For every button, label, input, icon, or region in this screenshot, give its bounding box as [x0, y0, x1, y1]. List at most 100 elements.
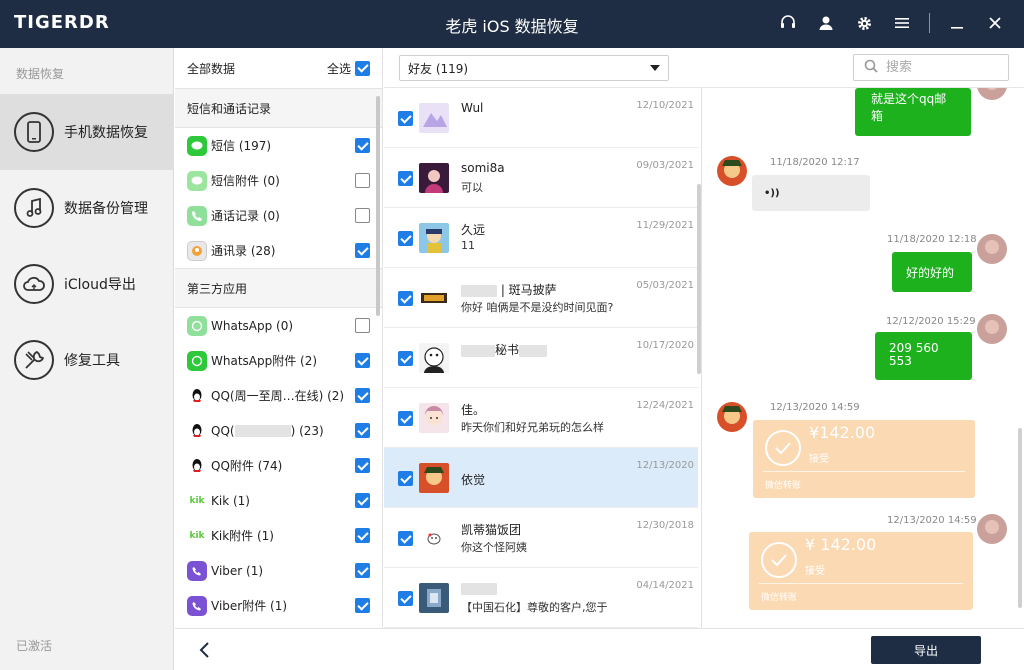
category-checkbox[interactable] — [355, 563, 370, 578]
avatar — [419, 403, 449, 433]
category-header: 全部数据 全选 — [175, 48, 382, 88]
contact-row[interactable]: 依觉 12/13/2020 — [384, 448, 698, 508]
contact-date: 05/03/2021 — [636, 280, 694, 291]
sidebar-item-backup-manager[interactable]: 数据备份管理 — [0, 170, 174, 246]
category-item-qq-2[interactable]: QQ() (23) — [175, 413, 382, 448]
chat-bubble-text: 就是这个qq邮 — [871, 92, 947, 106]
transfer-card-incoming[interactable]: ¥142.00 接受 微信转账 — [753, 420, 975, 498]
transfer-card-outgoing[interactable]: ¥ 142.00 接受 微信转账 — [749, 532, 973, 610]
category-checkbox[interactable] — [355, 493, 370, 508]
contact-checkbox[interactable] — [398, 291, 413, 306]
category-item-label: Viber (1) — [211, 563, 264, 578]
search-box[interactable] — [853, 54, 1009, 81]
category-checkbox[interactable] — [355, 208, 370, 223]
category-item-kik-attachment[interactable]: kik Kik附件 (1) — [175, 518, 382, 553]
category-scrollbar[interactable] — [376, 96, 380, 316]
transfer-amount: ¥ 142.00 — [805, 535, 877, 554]
chat-bubble-outgoing[interactable]: 209 560 553 — [875, 332, 972, 380]
avatar — [419, 523, 449, 553]
chevron-down-icon — [650, 65, 660, 71]
category-checkbox[interactable] — [355, 423, 370, 438]
back-button[interactable] — [193, 639, 215, 661]
category-item-viber[interactable]: Viber (1) — [175, 553, 382, 588]
category-checkbox[interactable] — [355, 458, 370, 473]
music-note-icon — [14, 188, 54, 228]
contact-checkbox[interactable] — [398, 231, 413, 246]
close-icon[interactable] — [982, 10, 1008, 36]
sidebar-item-label: 修复工具 — [64, 353, 120, 369]
whatsapp-icon — [187, 350, 207, 371]
contact-name: 久远 — [461, 223, 486, 237]
chat-bubble-outgoing[interactable]: 就是这个qq邮 箱 — [855, 88, 971, 136]
contact-name: 秘书 — [461, 341, 548, 358]
category-checkbox[interactable] — [355, 138, 370, 153]
contact-checkbox[interactable] — [398, 411, 413, 426]
contact-row[interactable]: 【中国石化】尊敬的客户,您于 04/14/2021 — [384, 568, 698, 628]
contact-name: 佳。 — [461, 403, 486, 417]
contact-row[interactable]: 凯蒂猫饭团 你这个怪阿姨 12/30/2018 — [384, 508, 698, 568]
user-icon[interactable] — [813, 10, 839, 36]
category-checkbox[interactable] — [355, 388, 370, 403]
contact-checkbox[interactable] — [398, 591, 413, 606]
category-item-call-log[interactable]: 通话记录 (0) — [175, 198, 382, 233]
avatar — [977, 314, 1007, 344]
contact-row[interactable]: 久远 11 11/29/2021 — [384, 208, 698, 268]
transfer-status: 接受 — [805, 566, 825, 577]
contact-name — [461, 581, 497, 595]
select-all-checkbox[interactable] — [355, 60, 370, 76]
search-input[interactable] — [886, 60, 996, 75]
category-checkbox[interactable] — [355, 598, 370, 613]
contact-last-message: 11 — [461, 239, 475, 252]
cloud-icon — [14, 264, 54, 304]
sms-attachment-icon — [187, 170, 207, 191]
category-item-viber-attachment[interactable]: Viber附件 (1) — [175, 588, 382, 623]
chat-bubble-voice[interactable]: •)) — [752, 175, 870, 211]
contact-row[interactable]: 佳。 昨天你们和好兄弟玩的怎么样 12/24/2021 — [384, 388, 698, 448]
contact-checkbox[interactable] — [398, 531, 413, 546]
list-toolbar: 好友 (119) — [384, 48, 1024, 88]
category-item-contacts[interactable]: 通讯录 (28) — [175, 233, 382, 268]
category-checkbox[interactable] — [355, 243, 370, 258]
headset-icon[interactable] — [775, 10, 801, 36]
category-checkbox[interactable] — [355, 318, 370, 333]
contact-checkbox[interactable] — [398, 471, 413, 486]
chat-panel: 就是这个qq邮 箱 11/18/2020 12:17 •)) 11/18/202… — [703, 88, 1024, 628]
chat-bubble-outgoing[interactable]: 好的好的 — [892, 252, 972, 292]
category-item-label: QQ(周一至周…在线) (2) — [211, 389, 345, 403]
sidebar-item-phone-recovery[interactable]: 手机数据恢复 — [0, 94, 174, 170]
transfer-source: 微信转账 — [765, 481, 802, 491]
gear-icon[interactable] — [851, 10, 877, 36]
avatar — [419, 223, 449, 253]
contact-row[interactable]: 秘书 10/17/2020 — [384, 328, 698, 388]
category-checkbox[interactable] — [355, 173, 370, 188]
minimize-icon[interactable] — [944, 10, 970, 36]
category-checkbox[interactable] — [355, 353, 370, 368]
contact-row[interactable]: | 斑马披萨 你好 咱俩是不是没约时间见面? 05/03/2021 — [384, 268, 698, 328]
category-item-qq-attachment[interactable]: QQ附件 (74) — [175, 448, 382, 483]
sidebar-item-repair-tools[interactable]: 修复工具 — [0, 322, 174, 398]
category-item-sms-attachment[interactable]: 短信附件 (0) — [175, 163, 382, 198]
contact-checkbox[interactable] — [398, 351, 413, 366]
contact-row[interactable]: Wul 12/10/2021 — [384, 88, 698, 148]
export-button[interactable]: 导出 — [871, 636, 981, 664]
category-item-sms[interactable]: 短信 (197) — [175, 128, 382, 163]
menu-icon[interactable] — [889, 10, 915, 36]
contact-last-message: 可以 — [461, 181, 483, 194]
contact-checkbox[interactable] — [398, 111, 413, 126]
contact-last-message: 你这个怪阿姨 — [461, 541, 527, 554]
contact-row[interactable]: somi8a 可以 09/03/2021 — [384, 148, 698, 208]
category-item-whatsapp-attachment[interactable]: WhatsApp附件 (2) — [175, 343, 382, 378]
contact-list-scrollbar[interactable] — [697, 184, 701, 374]
category-group-title: 短信和通话记录 — [175, 88, 382, 128]
category-checkbox[interactable] — [355, 528, 370, 543]
category-item-label: 通讯录 (28) — [211, 244, 276, 258]
category-item-qq-1[interactable]: QQ(周一至周…在线) (2) — [175, 378, 382, 413]
category-item-whatsapp[interactable]: WhatsApp (0) — [175, 308, 382, 343]
message-timestamp: 12/13/2020 14:59 — [770, 402, 860, 413]
chat-scrollbar[interactable] — [1018, 428, 1022, 608]
friend-filter-select[interactable]: 好友 (119) — [399, 55, 669, 81]
contact-checkbox[interactable] — [398, 171, 413, 186]
category-item-kik[interactable]: kik Kik (1) — [175, 483, 382, 518]
transfer-amount: ¥142.00 — [809, 423, 876, 442]
sidebar-item-icloud-export[interactable]: iCloud导出 — [0, 246, 174, 322]
